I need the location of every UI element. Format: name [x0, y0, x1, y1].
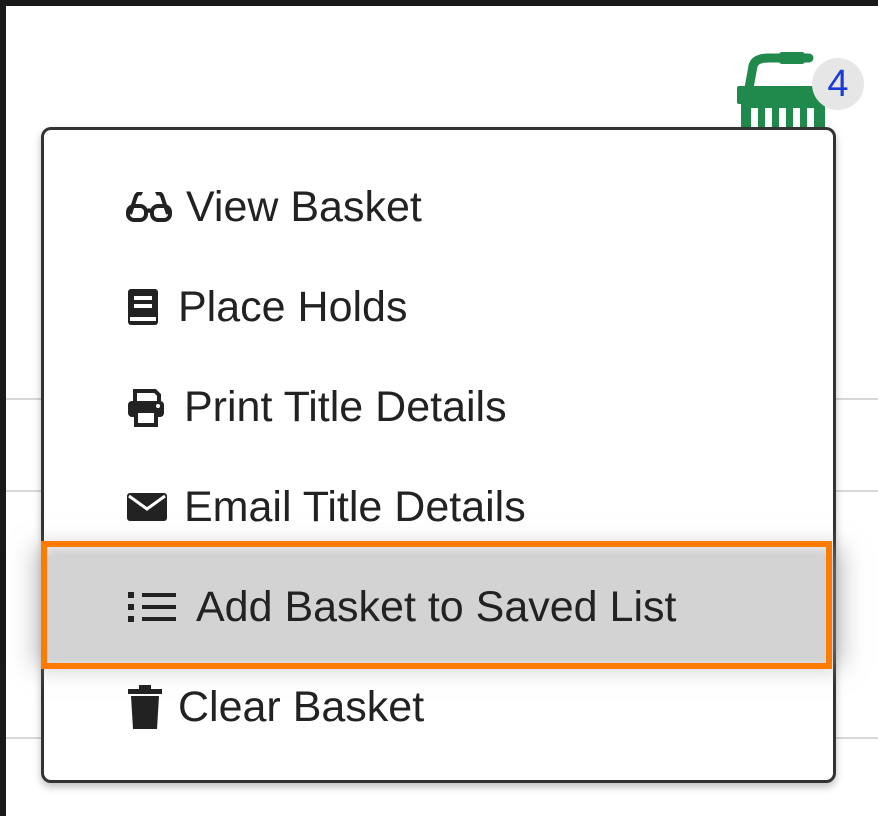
- menu-item-email-title-details[interactable]: Email Title Details: [44, 457, 833, 557]
- menu-item-label: Place Holds: [178, 282, 408, 331]
- list-icon: [126, 589, 196, 625]
- basket-button[interactable]: 4: [735, 48, 864, 130]
- menu-item-label: View Basket: [186, 182, 422, 231]
- menu-item-label: Email Title Details: [184, 482, 526, 531]
- menu-item-view-basket[interactable]: View Basket: [44, 157, 833, 257]
- menu-item-print-title-details[interactable]: Print Title Details: [44, 357, 833, 457]
- basket-count-badge: 4: [812, 58, 864, 110]
- menu-item-add-basket-to-saved-list[interactable]: Add Basket to Saved List: [44, 557, 833, 657]
- menu-item-place-holds[interactable]: Place Holds: [44, 257, 833, 357]
- glasses-icon: [126, 192, 186, 222]
- menu-item-clear-basket[interactable]: Clear Basket: [44, 657, 833, 757]
- book-icon: [126, 287, 178, 327]
- trash-icon: [128, 685, 178, 729]
- menu-item-label: Print Title Details: [184, 382, 507, 431]
- menu-item-label: Add Basket to Saved List: [196, 582, 677, 631]
- basket-dropdown-menu: View Basket Place Holds Print Title Deta…: [41, 127, 836, 783]
- menu-item-label: Clear Basket: [178, 682, 425, 731]
- print-icon: [126, 387, 184, 427]
- envelope-icon: [126, 491, 184, 523]
